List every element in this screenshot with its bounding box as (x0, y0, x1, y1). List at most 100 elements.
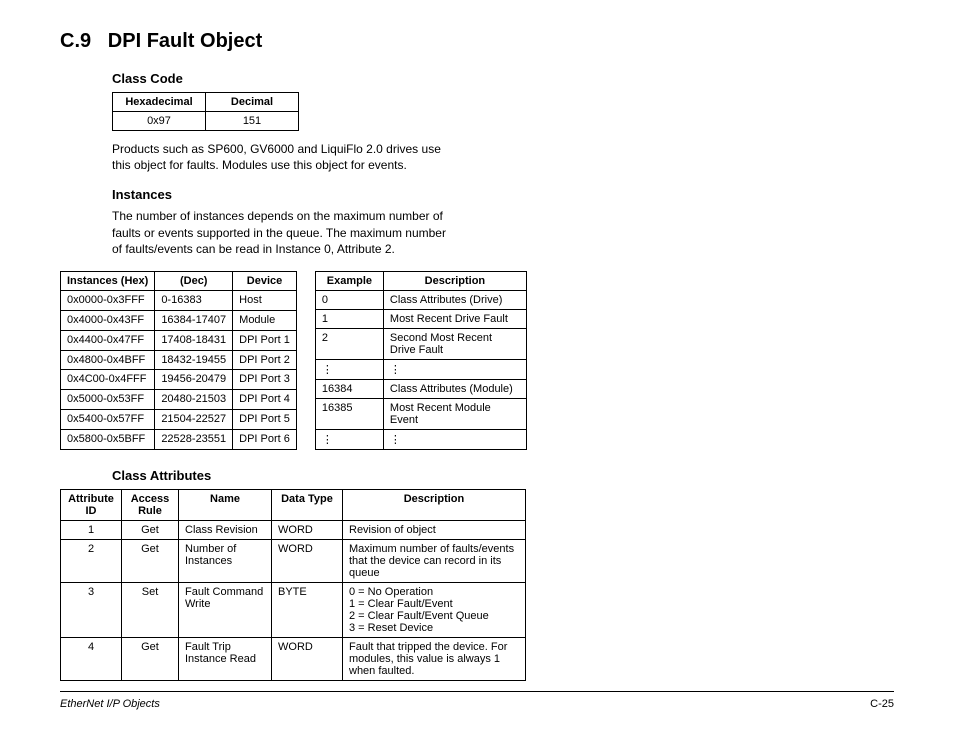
table-row: 16385Most Recent Module Event (315, 398, 526, 429)
table-cell: 20480-21503 (155, 390, 233, 410)
table-cell: 0x4800-0x4BFF (61, 350, 155, 370)
cc-header-hex: Hexadecimal (113, 93, 206, 112)
table-row: 3SetFault Command WriteBYTE0 = No Operat… (61, 582, 526, 637)
table-cell: 17408-18431 (155, 330, 233, 350)
table-row: 2GetNumber of InstancesWORDMaximum numbe… (61, 539, 526, 582)
table-row: 1GetClass RevisionWORDRevision of object (61, 520, 526, 539)
table-row: ⋮⋮ (315, 359, 526, 379)
class-attrs-table: Attribute ID Access Rule Name Data Type … (60, 489, 526, 681)
instances-text: The number of instances depends on the m… (112, 208, 452, 257)
attr-rule: Get (122, 520, 179, 539)
table-row: 4GetFault Trip Instance ReadWORDFault th… (61, 637, 526, 680)
table-cell: 16384-17407 (155, 310, 233, 330)
instances-heading: Instances (112, 187, 894, 202)
table-cell: 0x5400-0x57FF (61, 410, 155, 430)
inst-h-dec: (Dec) (155, 271, 233, 290)
table-row: 0x0000-0x3FFF0-16383Host (61, 290, 297, 310)
attr-dtype: WORD (272, 520, 343, 539)
table-row: 2Second Most Recent Drive Fault (315, 328, 526, 359)
table-row: 0x5400-0x57FF21504-22527DPI Port 5 (61, 410, 297, 430)
table-cell: 0x4400-0x47FF (61, 330, 155, 350)
table-cell: Class Attributes (Module) (383, 379, 526, 398)
table-row: 0x5000-0x53FF20480-21503DPI Port 4 (61, 390, 297, 410)
table-cell: Class Attributes (Drive) (383, 290, 526, 309)
attr-name: Number of Instances (179, 539, 272, 582)
table-cell: Second Most Recent Drive Fault (383, 328, 526, 359)
attr-desc: Fault that tripped the device. For modul… (343, 637, 526, 680)
table-cell: Most Recent Module Event (383, 398, 526, 429)
table-cell: ⋮ (383, 429, 526, 449)
attr-id: 4 (61, 637, 122, 680)
table-cell: 19456-20479 (155, 370, 233, 390)
cc-dec-value: 151 (206, 112, 299, 131)
ca-h-rule: Access Rule (122, 489, 179, 520)
table-cell: 21504-22527 (155, 410, 233, 430)
table-row: 0x4400-0x47FF17408-18431DPI Port 1 (61, 330, 297, 350)
table-cell: Module (233, 310, 297, 330)
attr-id: 3 (61, 582, 122, 637)
ca-h-name: Name (179, 489, 272, 520)
table-cell: ⋮ (383, 359, 526, 379)
attr-desc: Revision of object (343, 520, 526, 539)
ca-h-desc: Description (343, 489, 526, 520)
class-code-table: Hexadecimal Decimal 0x97 151 (112, 92, 299, 131)
table-cell: Host (233, 290, 297, 310)
attr-rule: Get (122, 539, 179, 582)
table-row: 0x4800-0x4BFF18432-19455DPI Port 2 (61, 350, 297, 370)
table-cell: 22528-23551 (155, 430, 233, 450)
attr-dtype: WORD (272, 539, 343, 582)
table-cell: 0x5000-0x53FF (61, 390, 155, 410)
table-row: 0x4000-0x43FF16384-17407Module (61, 310, 297, 330)
table-cell: DPI Port 2 (233, 350, 297, 370)
cc-header-dec: Decimal (206, 93, 299, 112)
class-code-heading: Class Code (112, 71, 894, 86)
ca-h-dtype: Data Type (272, 489, 343, 520)
example-table: Example Description 0Class Attributes (D… (315, 271, 527, 450)
table-row: 0Class Attributes (Drive) (315, 290, 526, 309)
inst-h-hex: Instances (Hex) (61, 271, 155, 290)
footer-right: C-25 (870, 698, 894, 710)
table-cell: ⋮ (315, 429, 383, 449)
attr-name: Fault Command Write (179, 582, 272, 637)
table-cell: 0x4C00-0x4FFF (61, 370, 155, 390)
inst-h-dev: Device (233, 271, 297, 290)
table-row: 1Most Recent Drive Fault (315, 309, 526, 328)
attr-desc: Maximum number of faults/events that the… (343, 539, 526, 582)
cc-hex-value: 0x97 (113, 112, 206, 131)
attr-dtype: BYTE (272, 582, 343, 637)
table-cell: 0x4000-0x43FF (61, 310, 155, 330)
table-cell: 18432-19455 (155, 350, 233, 370)
table-cell: DPI Port 3 (233, 370, 297, 390)
attr-desc: 0 = No Operation 1 = Clear Fault/Event 2… (343, 582, 526, 637)
table-cell: 0 (315, 290, 383, 309)
instances-table: Instances (Hex) (Dec) Device 0x0000-0x3F… (60, 271, 297, 450)
table-cell: 0x0000-0x3FFF (61, 290, 155, 310)
section-heading: C.9 DPI Fault Object (60, 30, 894, 53)
table-cell: 16385 (315, 398, 383, 429)
attr-name: Fault Trip Instance Read (179, 637, 272, 680)
attr-rule: Set (122, 582, 179, 637)
table-cell: 1 (315, 309, 383, 328)
table-row: ⋮⋮ (315, 429, 526, 449)
ex-h-example: Example (315, 271, 383, 290)
attr-dtype: WORD (272, 637, 343, 680)
table-cell: ⋮ (315, 359, 383, 379)
intro-text: Products such as SP600, GV6000 and Liqui… (112, 141, 452, 173)
table-cell: DPI Port 4 (233, 390, 297, 410)
table-row: 0x4C00-0x4FFF19456-20479DPI Port 3 (61, 370, 297, 390)
attr-id: 2 (61, 539, 122, 582)
attr-rule: Get (122, 637, 179, 680)
table-cell: 16384 (315, 379, 383, 398)
table-cell: Most Recent Drive Fault (383, 309, 526, 328)
table-row: 16384Class Attributes (Module) (315, 379, 526, 398)
section-title: DPI Fault Object (108, 30, 262, 52)
attr-id: 1 (61, 520, 122, 539)
table-cell: 0x5800-0x5BFF (61, 430, 155, 450)
table-cell: DPI Port 5 (233, 410, 297, 430)
section-number: C.9 (60, 30, 91, 52)
table-cell: DPI Port 6 (233, 430, 297, 450)
class-attrs-body: 1GetClass RevisionWORDRevision of object… (61, 520, 526, 680)
class-attrs-heading: Class Attributes (112, 468, 894, 483)
table-cell: DPI Port 1 (233, 330, 297, 350)
ca-h-id: Attribute ID (61, 489, 122, 520)
